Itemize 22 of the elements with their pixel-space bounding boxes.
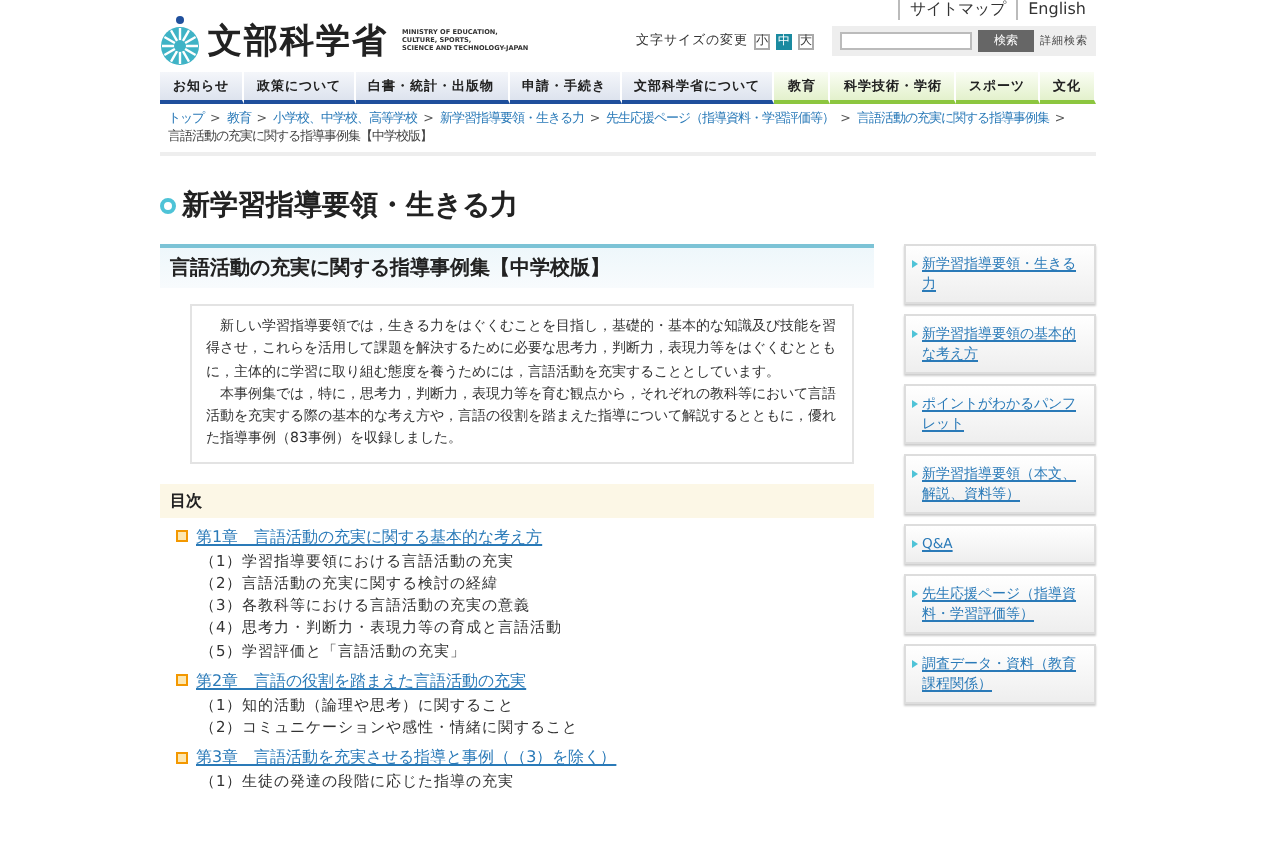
logo-icon xyxy=(160,14,200,66)
top-link[interactable]: サイトマップ xyxy=(898,0,1017,20)
square-bullet-icon xyxy=(176,530,188,543)
section-heading: 言語活動の充実に関する指導事例集【中学校版】 xyxy=(160,244,874,288)
top-link[interactable]: English xyxy=(1016,0,1096,20)
triangle-icon xyxy=(912,260,918,268)
bullet-icon xyxy=(160,198,176,214)
square-bullet-icon xyxy=(176,751,188,764)
triangle-icon xyxy=(912,590,918,598)
triangle-icon xyxy=(912,470,918,478)
square-bullet-icon xyxy=(176,674,188,687)
triangle-icon xyxy=(912,330,918,338)
search-field[interactable] xyxy=(840,32,972,50)
logo-text[interactable]: 文部科学省 xyxy=(208,17,388,63)
triangle-icon xyxy=(912,400,918,408)
chapter-link[interactable]: 第1章 言語活動の充実に関する基本的な考え方 xyxy=(196,525,543,548)
page-title: 新学習指導要領・生きる力 xyxy=(182,188,518,224)
chapter-link[interactable]: 第3章 言語活動を充実させる指導と事例（（3）を除く） xyxy=(196,746,617,769)
chapter-link[interactable]: 第2章 言語の役割を踏まえた言語活動の充実 xyxy=(196,669,527,692)
triangle-icon xyxy=(912,660,918,668)
toc-heading: 目次 xyxy=(160,483,874,518)
triangle-icon xyxy=(912,540,918,548)
